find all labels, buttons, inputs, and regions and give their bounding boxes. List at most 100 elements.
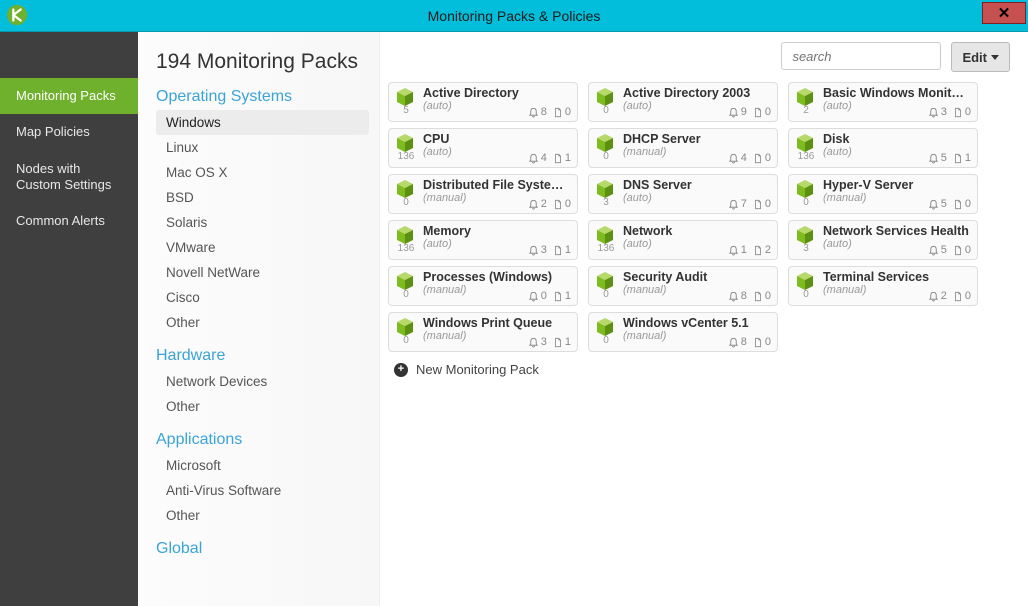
pack-node-count: 3 xyxy=(796,243,816,254)
pack-name: Hyper-V Server xyxy=(823,178,971,192)
pack-alert-count: 0 xyxy=(541,290,547,302)
bell-icon xyxy=(728,245,739,256)
edit-menu-button[interactable]: Edit xyxy=(951,42,1010,72)
document-icon xyxy=(553,153,563,164)
document-icon xyxy=(953,245,963,256)
monitoring-pack-card[interactable]: 0Security Audit(manual)80 xyxy=(588,266,778,306)
document-icon xyxy=(553,199,563,210)
search-input[interactable] xyxy=(781,42,941,70)
category-item[interactable]: Other xyxy=(156,394,369,419)
document-icon xyxy=(553,291,563,302)
pack-name: Disk xyxy=(823,132,971,146)
pack-alert-count: 3 xyxy=(941,106,947,118)
category-item[interactable]: Microsoft xyxy=(156,453,369,478)
pack-name: Distributed File System (D... xyxy=(423,178,571,192)
document-icon xyxy=(953,291,963,302)
nav-item-map-policies[interactable]: Map Policies xyxy=(0,114,138,150)
bell-icon xyxy=(528,291,539,302)
cube-icon xyxy=(595,271,615,291)
monitoring-pack-card[interactable]: 0Terminal Services(manual)20 xyxy=(788,266,978,306)
category-item[interactable]: BSD xyxy=(156,185,369,210)
pack-stats: 30 xyxy=(928,106,971,118)
cube-icon xyxy=(595,225,615,245)
nav-item-nodes-with-custom-settings[interactable]: Nodes with Custom Settings xyxy=(0,151,138,204)
monitoring-pack-card[interactable]: 0Distributed File System (D...(manual)20 xyxy=(388,174,578,214)
pack-alert-count: 8 xyxy=(741,336,747,348)
category-heading[interactable]: Applications xyxy=(156,431,369,449)
monitoring-pack-card[interactable]: 3DNS Server(auto)70 xyxy=(588,174,778,214)
pack-mode: (manual) xyxy=(423,330,466,342)
monitoring-pack-card[interactable]: 0Windows Print Queue(manual)31 xyxy=(388,312,578,352)
pack-stats: 31 xyxy=(528,336,571,348)
pack-stats: 40 xyxy=(728,152,771,164)
bell-icon xyxy=(728,199,739,210)
pack-node-count: 0 xyxy=(596,335,616,346)
category-item[interactable]: Network Devices xyxy=(156,369,369,394)
new-monitoring-pack-button[interactable]: + New Monitoring Pack xyxy=(388,362,1010,377)
cube-icon xyxy=(595,133,615,153)
category-item[interactable]: Solaris xyxy=(156,210,369,235)
pack-doc-count: 0 xyxy=(965,106,971,118)
cube-icon xyxy=(795,179,815,199)
nav-item-common-alerts[interactable]: Common Alerts xyxy=(0,203,138,239)
monitoring-pack-card[interactable]: 136Disk(auto)51 xyxy=(788,128,978,168)
pack-mode: (manual) xyxy=(623,146,666,158)
page-title: 194 Monitoring Packs xyxy=(156,50,369,74)
monitoring-pack-card[interactable]: 0Processes (Windows)(manual)01 xyxy=(388,266,578,306)
monitoring-pack-card[interactable]: 0DHCP Server(manual)40 xyxy=(588,128,778,168)
nav-item-monitoring-packs[interactable]: Monitoring Packs xyxy=(0,78,138,114)
category-item[interactable]: Linux xyxy=(156,135,369,160)
pack-mode: (manual) xyxy=(423,284,466,296)
pack-mode: (manual) xyxy=(823,284,866,296)
category-heading[interactable]: Operating Systems xyxy=(156,88,369,106)
monitoring-pack-card[interactable]: 3Network Services Health(auto)50 xyxy=(788,220,978,260)
pack-alert-count: 7 xyxy=(741,198,747,210)
monitoring-pack-card[interactable]: 0Windows vCenter 5.1(manual)80 xyxy=(588,312,778,352)
monitoring-pack-card[interactable]: 0Active Directory 2003(auto)90 xyxy=(588,82,778,122)
bell-icon xyxy=(528,153,539,164)
window-title: Monitoring Packs & Policies xyxy=(0,8,1028,24)
pack-alert-count: 8 xyxy=(741,290,747,302)
category-item[interactable]: Other xyxy=(156,503,369,528)
bell-icon xyxy=(928,199,939,210)
pack-mode: (auto) xyxy=(823,238,852,250)
pack-doc-count: 1 xyxy=(565,336,571,348)
pack-mode: (auto) xyxy=(823,146,852,158)
pack-alert-count: 4 xyxy=(741,152,747,164)
pack-mode: (auto) xyxy=(423,100,452,112)
pack-mode: (auto) xyxy=(623,238,652,250)
document-icon xyxy=(953,153,963,164)
category-item[interactable]: Novell NetWare xyxy=(156,260,369,285)
document-icon xyxy=(553,337,563,348)
monitoring-pack-card[interactable]: 0Hyper-V Server(manual)50 xyxy=(788,174,978,214)
category-item[interactable]: VMware xyxy=(156,235,369,260)
category-item[interactable]: Anti-Virus Software xyxy=(156,478,369,503)
category-heading[interactable]: Global xyxy=(156,540,369,558)
window-close-button[interactable]: ✕ xyxy=(982,2,1026,24)
bell-icon xyxy=(528,107,539,118)
monitoring-pack-card[interactable]: 136CPU(auto)41 xyxy=(388,128,578,168)
pack-stats: 80 xyxy=(728,290,771,302)
document-icon xyxy=(753,107,763,118)
category-item[interactable]: Cisco xyxy=(156,285,369,310)
cube-icon xyxy=(795,225,815,245)
pack-name: Memory xyxy=(423,224,571,238)
pack-mode: (manual) xyxy=(423,192,466,204)
pack-stats: 50 xyxy=(928,244,971,256)
pack-node-count: 0 xyxy=(396,289,416,300)
pack-mode: (manual) xyxy=(623,284,666,296)
monitoring-pack-card[interactable]: 2Basic Windows Monitoring(auto)30 xyxy=(788,82,978,122)
category-item[interactable]: Mac OS X xyxy=(156,160,369,185)
chevron-down-icon xyxy=(991,55,999,60)
category-heading[interactable]: Hardware xyxy=(156,347,369,365)
category-item[interactable]: Other xyxy=(156,310,369,335)
pack-name: Active Directory xyxy=(423,86,571,100)
cube-icon xyxy=(795,87,815,107)
pack-stats: 90 xyxy=(728,106,771,118)
monitoring-pack-card[interactable]: 136Memory(auto)31 xyxy=(388,220,578,260)
pack-alert-count: 9 xyxy=(741,106,747,118)
category-item[interactable]: Windows xyxy=(156,110,369,135)
monitoring-pack-card[interactable]: 5Active Directory(auto)80 xyxy=(388,82,578,122)
edit-button-label: Edit xyxy=(962,50,987,65)
monitoring-pack-card[interactable]: 136Network(auto)12 xyxy=(588,220,778,260)
